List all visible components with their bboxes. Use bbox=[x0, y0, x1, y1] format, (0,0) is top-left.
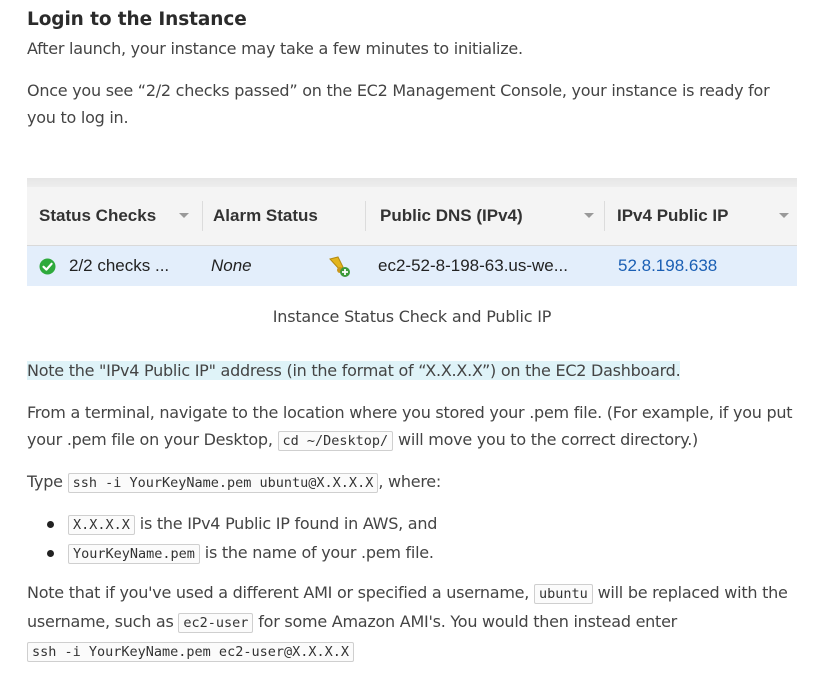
sort-caret-icon[interactable] bbox=[779, 213, 789, 218]
list-item: X.X.X.X is the IPv4 Public IP found in A… bbox=[27, 510, 437, 539]
bullet-text: is the name of your .pem file. bbox=[204, 543, 434, 562]
type-paragraph: Type ssh -i YourKeyName.pem ubuntu@X.X.X… bbox=[27, 468, 441, 497]
ami-paragraph: Note that if you've used a different AMI… bbox=[27, 579, 802, 666]
figure-caption: Instance Status Check and Public IP bbox=[272, 307, 552, 326]
column-divider bbox=[604, 201, 605, 231]
inline-code-cd: cd ~/Desktop/ bbox=[277, 431, 394, 451]
column-divider bbox=[365, 201, 366, 231]
public-dns-value[interactable]: ec2-52-8-198-63.us-we... bbox=[378, 246, 568, 286]
ami-text-1: Note that if you've used a different AMI… bbox=[27, 583, 530, 602]
status-checks-value: 2/2 checks ... bbox=[69, 256, 170, 275]
bullet-list: X.X.X.X is the IPv4 Public IP found in A… bbox=[27, 510, 437, 568]
instance-status-table: Status Checks Alarm Status Public DNS (I… bbox=[27, 178, 797, 286]
bullet-dot bbox=[47, 521, 54, 528]
inline-code-ssh: ssh -i YourKeyName.pem ubuntu@X.X.X.X bbox=[67, 473, 379, 493]
header-ipv4-public-ip[interactable]: IPv4 Public IP bbox=[617, 187, 729, 245]
type-text-after: , where: bbox=[378, 472, 442, 491]
intro-text: After launch, your instance may take a f… bbox=[27, 39, 523, 58]
inline-code-ssh-ec2-user: ssh -i YourKeyName.pem ec2-user@X.X.X.X bbox=[27, 642, 354, 662]
terminal-text-after: will move you to the correct directory.) bbox=[398, 430, 699, 449]
note-paragraph: Note the "IPv4 Public IP" address (in th… bbox=[27, 357, 681, 384]
terminal-paragraph: From a terminal, navigate to the locatio… bbox=[27, 399, 802, 455]
alarm-bell-add-icon[interactable] bbox=[327, 255, 353, 279]
header-alarm-status[interactable]: Alarm Status bbox=[213, 187, 318, 245]
table-row[interactable]: 2/2 checks ... None ec2-52-8-198-63.us-w… bbox=[27, 246, 797, 286]
checks-paragraph: Once you see “2/2 checks passed” on the … bbox=[27, 81, 770, 127]
inline-code-ec2-user: ec2-user bbox=[178, 613, 254, 633]
alarm-status-value: None bbox=[211, 256, 252, 275]
ipv4-public-ip-link[interactable]: 52.8.198.638 bbox=[618, 246, 717, 286]
check-circle-icon bbox=[39, 258, 56, 275]
sort-caret-icon[interactable] bbox=[179, 213, 189, 218]
ami-text-3: for some Amazon AMI's. You would then in… bbox=[258, 612, 677, 631]
table-top-bar bbox=[27, 178, 797, 187]
bullet-text: is the IPv4 Public IP found in AWS, and bbox=[139, 514, 438, 533]
type-text-before: Type bbox=[27, 472, 63, 491]
sort-caret-icon[interactable] bbox=[584, 213, 594, 218]
inline-code-ubuntu: ubuntu bbox=[533, 584, 593, 604]
column-divider bbox=[202, 201, 203, 231]
section-heading: Login to the Instance bbox=[27, 9, 247, 30]
bullet-dot bbox=[47, 550, 54, 557]
inline-code-ip: X.X.X.X bbox=[68, 515, 135, 535]
inline-code-keyname: YourKeyName.pem bbox=[68, 544, 200, 564]
header-public-dns[interactable]: Public DNS (IPv4) bbox=[380, 187, 523, 245]
highlighted-note: Note the "IPv4 Public IP" address (in th… bbox=[27, 361, 681, 380]
table-header-row: Status Checks Alarm Status Public DNS (I… bbox=[27, 187, 797, 246]
header-status-checks[interactable]: Status Checks bbox=[39, 187, 156, 245]
list-item: YourKeyName.pem is the name of your .pem… bbox=[27, 539, 437, 568]
